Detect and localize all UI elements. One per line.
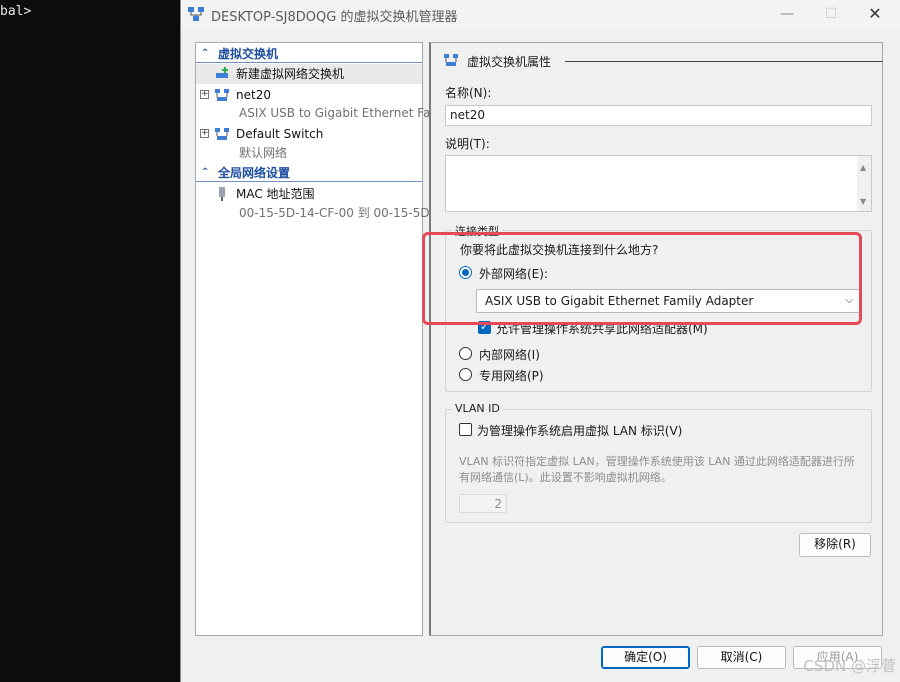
- vlan-title: VLAN ID: [452, 402, 503, 415]
- section-label: 全局网络设置: [218, 166, 291, 180]
- vlan-description: VLAN 标识符指定虚拟 LAN，管理操作系统使用该 LAN 通过此网络适配器进…: [459, 455, 855, 484]
- network-switch-icon: [444, 54, 458, 66]
- tree-sublabel: 00-15-5D-14-CF-00 到 00-15-5D-...: [239, 206, 446, 220]
- tree-label: Default Switch: [236, 127, 324, 141]
- description-input[interactable]: ▲ ▼: [445, 155, 872, 212]
- vlan-group: VLAN ID 为管理操作系统启用虚拟 LAN 标识(V) VLAN 标识符指定…: [445, 402, 872, 523]
- remove-button[interactable]: 移除(R): [799, 533, 871, 557]
- collapse-chevron-icon: ⌃: [201, 48, 210, 59]
- tree-item-mac-range[interactable]: MAC 地址范围: [196, 184, 422, 204]
- name-input[interactable]: net20: [445, 105, 872, 126]
- cancel-button[interactable]: 取消(C): [697, 646, 786, 669]
- tree-item-default-switch[interactable]: + Default Switch: [196, 124, 422, 144]
- tree-item-new-switch[interactable]: 新建虚拟网络交换机: [196, 64, 422, 84]
- internal-network-radio[interactable]: [459, 347, 472, 360]
- collapse-chevron-icon: ⌃: [201, 167, 210, 178]
- switch-manager-window: DESKTOP-SJ8DOQG 的虚拟交换机管理器 — ☐ ✕ ⌃ 虚拟交换机 …: [180, 0, 900, 682]
- minimize-button[interactable]: —: [765, 0, 809, 30]
- close-button[interactable]: ✕: [853, 0, 897, 30]
- switch-manager-icon: [188, 7, 204, 21]
- switch-tree-pane: ⌃ 虚拟交换机 新建虚拟网络交换机 + net20 ASIX USB to Gi…: [195, 42, 445, 636]
- properties-header: 虚拟交换机属性: [443, 52, 883, 70]
- private-network-label: 专用网络(P): [479, 369, 544, 383]
- vlan-enable-label: 为管理操作系统启用虚拟 LAN 标识(V): [477, 424, 683, 438]
- network-switch-icon: [215, 128, 229, 140]
- terminal-window: bal>: [0, 0, 180, 682]
- network-switch-icon: [215, 89, 229, 101]
- internal-network-label: 内部网络(I): [479, 348, 540, 362]
- private-network-radio[interactable]: [459, 368, 472, 381]
- tree-sublabel: 默认网络: [239, 146, 288, 160]
- tree-sublabel: ASIX USB to Gigabit Ethernet Fa...: [239, 106, 442, 120]
- window-title: DESKTOP-SJ8DOQG 的虚拟交换机管理器: [211, 10, 458, 25]
- mac-address-icon: [219, 187, 225, 201]
- description-scrollbar[interactable]: ▲ ▼: [857, 156, 871, 211]
- tree-label: MAC 地址范围: [236, 187, 315, 201]
- scroll-up-icon[interactable]: ▲: [860, 160, 866, 175]
- ok-button[interactable]: 确定(O): [601, 646, 690, 669]
- vlan-id-input[interactable]: 2: [459, 494, 507, 513]
- switch-properties-pane: 虚拟交换机属性 名称(N): net20 说明(T): ▲ ▼ 连接类型 你要将…: [422, 42, 883, 636]
- properties-title: 虚拟交换机属性: [467, 55, 552, 69]
- scroll-down-icon[interactable]: ▼: [860, 194, 866, 209]
- tree-label: net20: [236, 88, 271, 102]
- expand-icon[interactable]: +: [200, 90, 209, 99]
- highlight-box: [422, 232, 862, 325]
- title-bar: DESKTOP-SJ8DOQG 的虚拟交换机管理器 — ☐ ✕: [181, 0, 900, 30]
- vlan-enable-checkbox[interactable]: [459, 423, 472, 436]
- watermark: CSDN @浮菅: [803, 657, 896, 675]
- header-divider: [565, 61, 883, 62]
- description-label: 说明(T):: [445, 137, 490, 151]
- expand-icon[interactable]: +: [200, 129, 209, 138]
- new-switch-icon: [216, 67, 228, 78]
- name-label: 名称(N):: [445, 86, 492, 100]
- maximize-button[interactable]: ☐: [809, 0, 853, 30]
- tree-label: 新建虚拟网络交换机: [236, 67, 345, 81]
- section-global-network[interactable]: ⌃ 全局网络设置: [196, 164, 422, 182]
- section-virtual-switches[interactable]: ⌃ 虚拟交换机: [196, 45, 422, 63]
- tree-item-net20[interactable]: + net20: [196, 85, 422, 105]
- section-label: 虚拟交换机: [218, 47, 279, 61]
